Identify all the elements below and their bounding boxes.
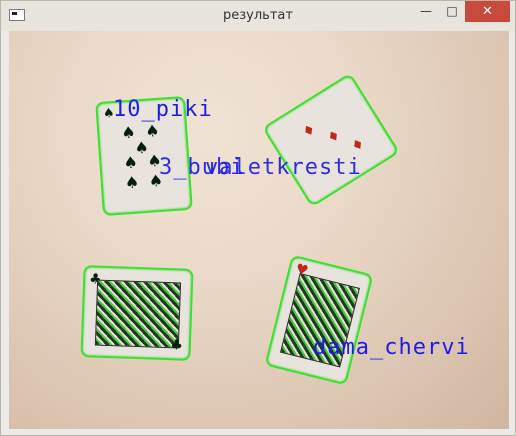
close-button[interactable]: ✕: [465, 1, 510, 22]
diamond-icon: ♦: [348, 135, 368, 156]
card-jack-clubs: ♣ ♣: [80, 265, 194, 361]
card-3-diamonds: ♦ ♦ ♦: [261, 72, 401, 208]
spade-icon: ♠: [122, 152, 139, 173]
label-dama-chervi: dama_chervi: [313, 335, 470, 360]
spade-icon: ♠: [144, 120, 161, 141]
card-face-art: [94, 279, 182, 349]
diamond-icon: ♦: [299, 121, 319, 142]
label-10-piki: 10_piki: [113, 97, 213, 122]
diamond-icon: ♦: [324, 126, 344, 147]
result-image: ♠ ♠ ♠ ♠ ♠ ♠ ♠ ♠ ♦ ♦ ♦ ♣ ♣ ♥ 10_piki 3_bu…: [9, 31, 509, 429]
spade-icon: ♠: [124, 172, 140, 193]
card-queen-hearts: ♥: [264, 254, 374, 386]
maximize-button[interactable]: □: [439, 1, 465, 22]
close-icon: ✕: [482, 4, 493, 19]
maximize-icon: □: [446, 4, 458, 18]
label-valetkresti: valetkresti: [205, 155, 362, 180]
title-bar[interactable]: результат — □ ✕: [1, 1, 515, 31]
minimize-icon: —: [420, 4, 432, 18]
club-icon: ♣: [170, 337, 184, 354]
minimize-button[interactable]: —: [413, 1, 439, 22]
app-window: результат — □ ✕ ♠ ♠ ♠ ♠ ♠ ♠ ♠ ♠ ♦ ♦ ♦ ♣ …: [0, 0, 516, 436]
spade-icon: ♠: [120, 122, 137, 143]
